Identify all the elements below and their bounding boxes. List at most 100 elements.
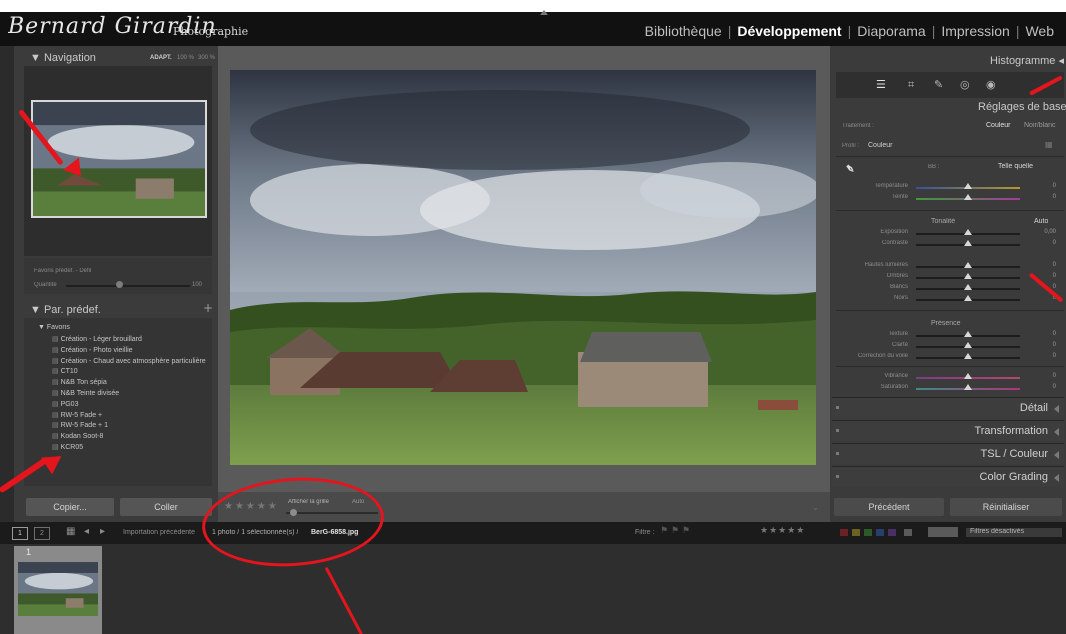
profile-value[interactable]: Couleur: [868, 142, 893, 149]
reset-button[interactable]: Réinitialiser: [950, 498, 1062, 516]
preset-item[interactable]: ▤ Création - Photo vieillie: [52, 346, 210, 354]
second-window-button[interactable]: 2: [34, 527, 50, 540]
navigation-header[interactable]: ▼ Navigation: [30, 52, 96, 64]
slider-knob[interactable]: [964, 194, 972, 200]
zoom-300[interactable]: 300 %: [198, 55, 215, 61]
back-arrow-icon[interactable]: ◂: [84, 526, 89, 537]
section-header[interactable]: TSL / Couleur: [832, 443, 1064, 464]
section-title: TSL / Couleur: [980, 448, 1048, 460]
slider-value[interactable]: 0: [1036, 342, 1056, 348]
slider-knob[interactable]: [964, 183, 972, 189]
redeye-icon[interactable]: ◎: [960, 78, 970, 91]
slider-knob[interactable]: [964, 384, 972, 390]
preset-group-favorites[interactable]: ▼ Favoris: [38, 324, 70, 331]
module-slideshow[interactable]: Diaporama: [857, 23, 925, 39]
slider-knob[interactable]: [964, 353, 972, 359]
slider-knob[interactable]: [964, 342, 972, 348]
color-filter-red[interactable]: [840, 529, 848, 536]
slider-value[interactable]: 0: [1036, 331, 1056, 337]
filmstrip-thumbnail[interactable]: [18, 562, 98, 616]
slider-knob[interactable]: [964, 284, 972, 290]
histogram-header[interactable]: Histogramme ◂: [990, 54, 1064, 67]
zoom-100[interactable]: 100 %: [177, 55, 194, 61]
preset-amount-track[interactable]: [66, 285, 190, 287]
treatment-color-option[interactable]: Couleur: [986, 122, 1011, 129]
filter-preset-toggle[interactable]: [928, 527, 958, 537]
preset-item[interactable]: ▤ N&B Ton sépia: [52, 378, 210, 386]
copy-settings-button[interactable]: Copier...: [26, 498, 114, 516]
preset-icon: ▤: [52, 433, 61, 441]
slider-knob[interactable]: [964, 262, 972, 268]
section-toggle-dot-icon[interactable]: [836, 406, 839, 409]
healing-brush-icon[interactable]: ✎: [934, 78, 943, 91]
presets-title: Par. prédef.: [43, 304, 101, 316]
section-collapse-icon: [1054, 474, 1059, 482]
preset-item[interactable]: ▤ CT10: [52, 367, 210, 375]
previous-button[interactable]: Précédent: [834, 498, 944, 516]
section-header[interactable]: Color Grading: [832, 466, 1064, 487]
preset-amount-knob[interactable]: [116, 281, 123, 288]
preset-icon: ▤: [52, 411, 61, 419]
forward-arrow-icon[interactable]: ▸: [100, 526, 105, 537]
preset-item[interactable]: ▤ PG03: [52, 400, 210, 408]
basic-panel-header[interactable]: Réglages de base ▼: [978, 101, 1066, 113]
tone-auto-button[interactable]: Auto: [1034, 218, 1048, 225]
section-toggle-dot-icon[interactable]: [836, 429, 839, 432]
slider-value[interactable]: 0: [1036, 353, 1056, 359]
slider-value[interactable]: 0: [1036, 384, 1056, 390]
filters-off-dropdown[interactable]: Filtres désactivés: [966, 528, 1062, 537]
slider-value[interactable]: 0: [1036, 194, 1056, 200]
slider-knob[interactable]: [964, 229, 972, 235]
crop-icon[interactable]: ⌗: [908, 78, 914, 92]
preset-item[interactable]: ▤ RW-5 Fade + 1: [52, 421, 210, 429]
add-preset-icon[interactable]: +: [203, 301, 213, 315]
module-library[interactable]: Bibliothèque: [645, 23, 722, 39]
color-filter-purple[interactable]: [888, 529, 896, 536]
edit-sliders-icon[interactable]: ☰: [876, 78, 886, 91]
color-filter-blue[interactable]: [876, 529, 884, 536]
preset-item[interactable]: ▤ Kodan Soot-8: [52, 432, 210, 440]
color-filter-none[interactable]: [904, 529, 912, 536]
slider-knob[interactable]: [964, 240, 972, 246]
module-print[interactable]: Impression: [941, 23, 1009, 39]
section-toggle-dot-icon[interactable]: [836, 475, 839, 478]
color-filter-green[interactable]: [864, 529, 872, 536]
paste-settings-button[interactable]: Coller: [120, 498, 212, 516]
section-header[interactable]: Transformation: [832, 420, 1064, 441]
preset-icon: ▤: [52, 400, 61, 408]
module-web[interactable]: Web: [1025, 23, 1054, 39]
collapse-top-panel-icon[interactable]: [540, 10, 548, 15]
slider-value[interactable]: 0: [1036, 183, 1056, 189]
flag-filter-icons[interactable]: ⚑ ⚑ ⚑: [660, 526, 690, 536]
treatment-bw-option[interactable]: Noir/blanc: [1024, 122, 1056, 129]
slider-knob[interactable]: [964, 273, 972, 279]
color-filter-yellow[interactable]: [852, 529, 860, 536]
wb-value[interactable]: Telle quelle: [998, 163, 1033, 170]
source-breadcrumb[interactable]: Importation précédente: [123, 529, 195, 536]
module-develop[interactable]: Développement: [737, 23, 841, 39]
section-header[interactable]: Détail: [832, 397, 1064, 418]
main-window-button[interactable]: 1: [12, 527, 28, 540]
slider-label: Correction du voile: [857, 353, 908, 359]
slider-knob[interactable]: [964, 373, 972, 379]
slider-knob[interactable]: [964, 295, 972, 301]
slider-value[interactable]: 0,00: [1036, 229, 1056, 235]
main-photo[interactable]: [230, 70, 816, 465]
preset-item[interactable]: ▤ Création - Léger brouillard: [52, 335, 210, 343]
grid-view-icon[interactable]: ▦: [66, 526, 75, 537]
slider-value[interactable]: 0: [1036, 240, 1056, 246]
presets-header[interactable]: ▼ Par. prédef.: [30, 304, 101, 316]
section-toggle-dot-icon[interactable]: [836, 452, 839, 455]
preset-item[interactable]: ▤ RW-5 Fade +: [52, 411, 210, 419]
slider-value[interactable]: 0: [1036, 262, 1056, 268]
preset-item[interactable]: ▤ N&B Teinte divisée: [52, 389, 210, 397]
toolbar-menu-chevron-icon[interactable]: ⌄: [812, 503, 819, 512]
zoom-fit[interactable]: ADAPT.: [150, 55, 172, 61]
slider-knob[interactable]: [964, 331, 972, 337]
rating-filter-stars[interactable]: ★★★★★: [760, 526, 805, 536]
preset-item[interactable]: ▤ Création - Chaud avec atmosphère parti…: [52, 357, 210, 365]
slider-value[interactable]: 0: [1036, 373, 1056, 379]
profile-browser-icon[interactable]: ▦: [1045, 140, 1053, 149]
masking-icon[interactable]: ◉: [986, 78, 996, 91]
preset-item[interactable]: ▤ KCR05: [52, 443, 210, 451]
